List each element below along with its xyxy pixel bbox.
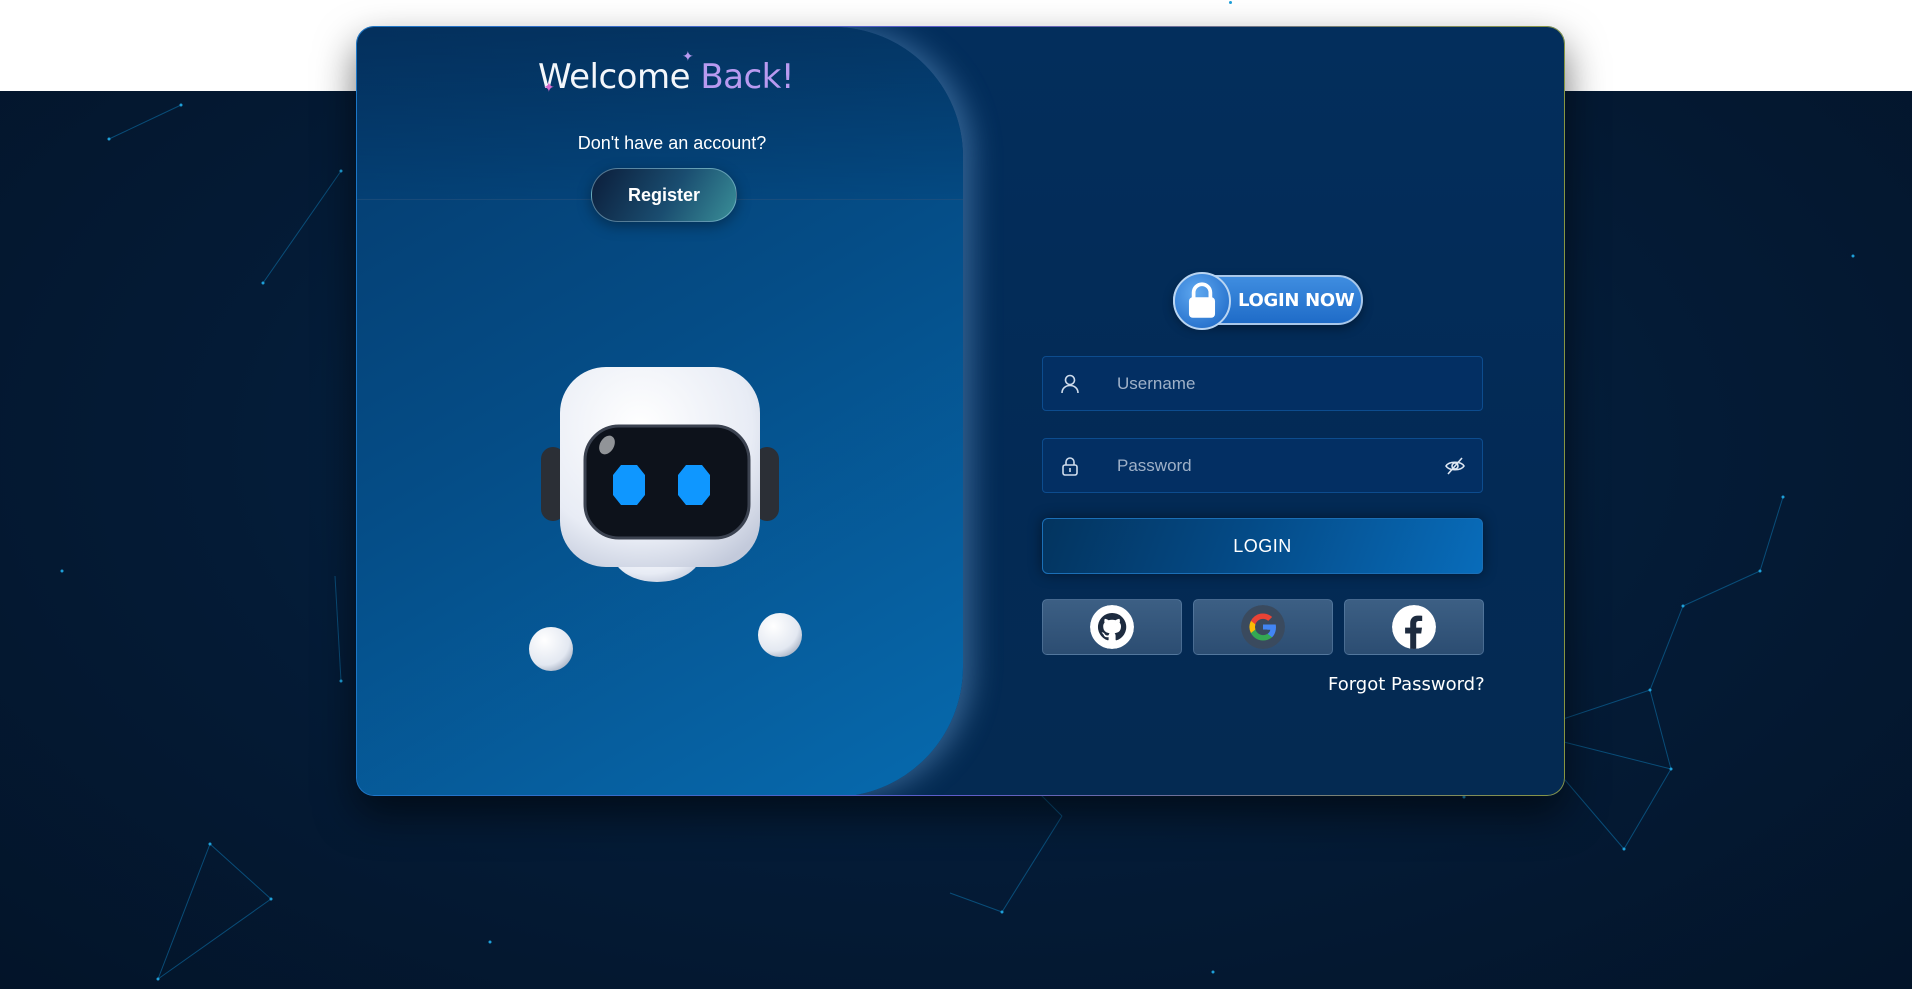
sparkle-icon: ✦	[543, 79, 555, 95]
github-icon	[1090, 605, 1134, 649]
eye-off-icon[interactable]	[1444, 455, 1466, 477]
lock-icon	[1173, 272, 1231, 330]
welcome-heading-part2: Back!	[700, 57, 795, 97]
forgot-password-link[interactable]: Forgot Password?	[1328, 674, 1485, 695]
username-input[interactable]	[1117, 357, 1437, 410]
user-icon	[1061, 374, 1079, 394]
password-field[interactable]	[1042, 438, 1483, 493]
username-field[interactable]	[1042, 356, 1483, 411]
no-account-text: Don't have an account?	[577, 133, 767, 153]
github-login-button[interactable]	[1042, 599, 1182, 655]
robot-illustration	[529, 367, 802, 671]
welcome-heading: Welcome Back!	[357, 57, 975, 97]
sparkle-icon: ✦	[682, 48, 694, 64]
google-login-button[interactable]	[1193, 599, 1333, 655]
register-button[interactable]: Register	[591, 168, 737, 222]
google-icon	[1241, 605, 1285, 649]
password-input[interactable]	[1117, 439, 1437, 492]
facebook-icon	[1392, 605, 1436, 649]
login-now-label: LOGIN NOW	[1238, 290, 1355, 311]
login-now-badge: LOGIN NOW	[1173, 272, 1363, 330]
network-node	[1229, 1, 1232, 4]
welcome-panel: Welcome Back! ✦ ✦ Don't have an account?…	[357, 27, 963, 795]
facebook-login-button[interactable]	[1344, 599, 1484, 655]
padlock-icon	[1062, 457, 1078, 476]
login-button[interactable]: LOGIN	[1042, 518, 1483, 574]
welcome-heading-part1: Welcome	[537, 57, 691, 97]
